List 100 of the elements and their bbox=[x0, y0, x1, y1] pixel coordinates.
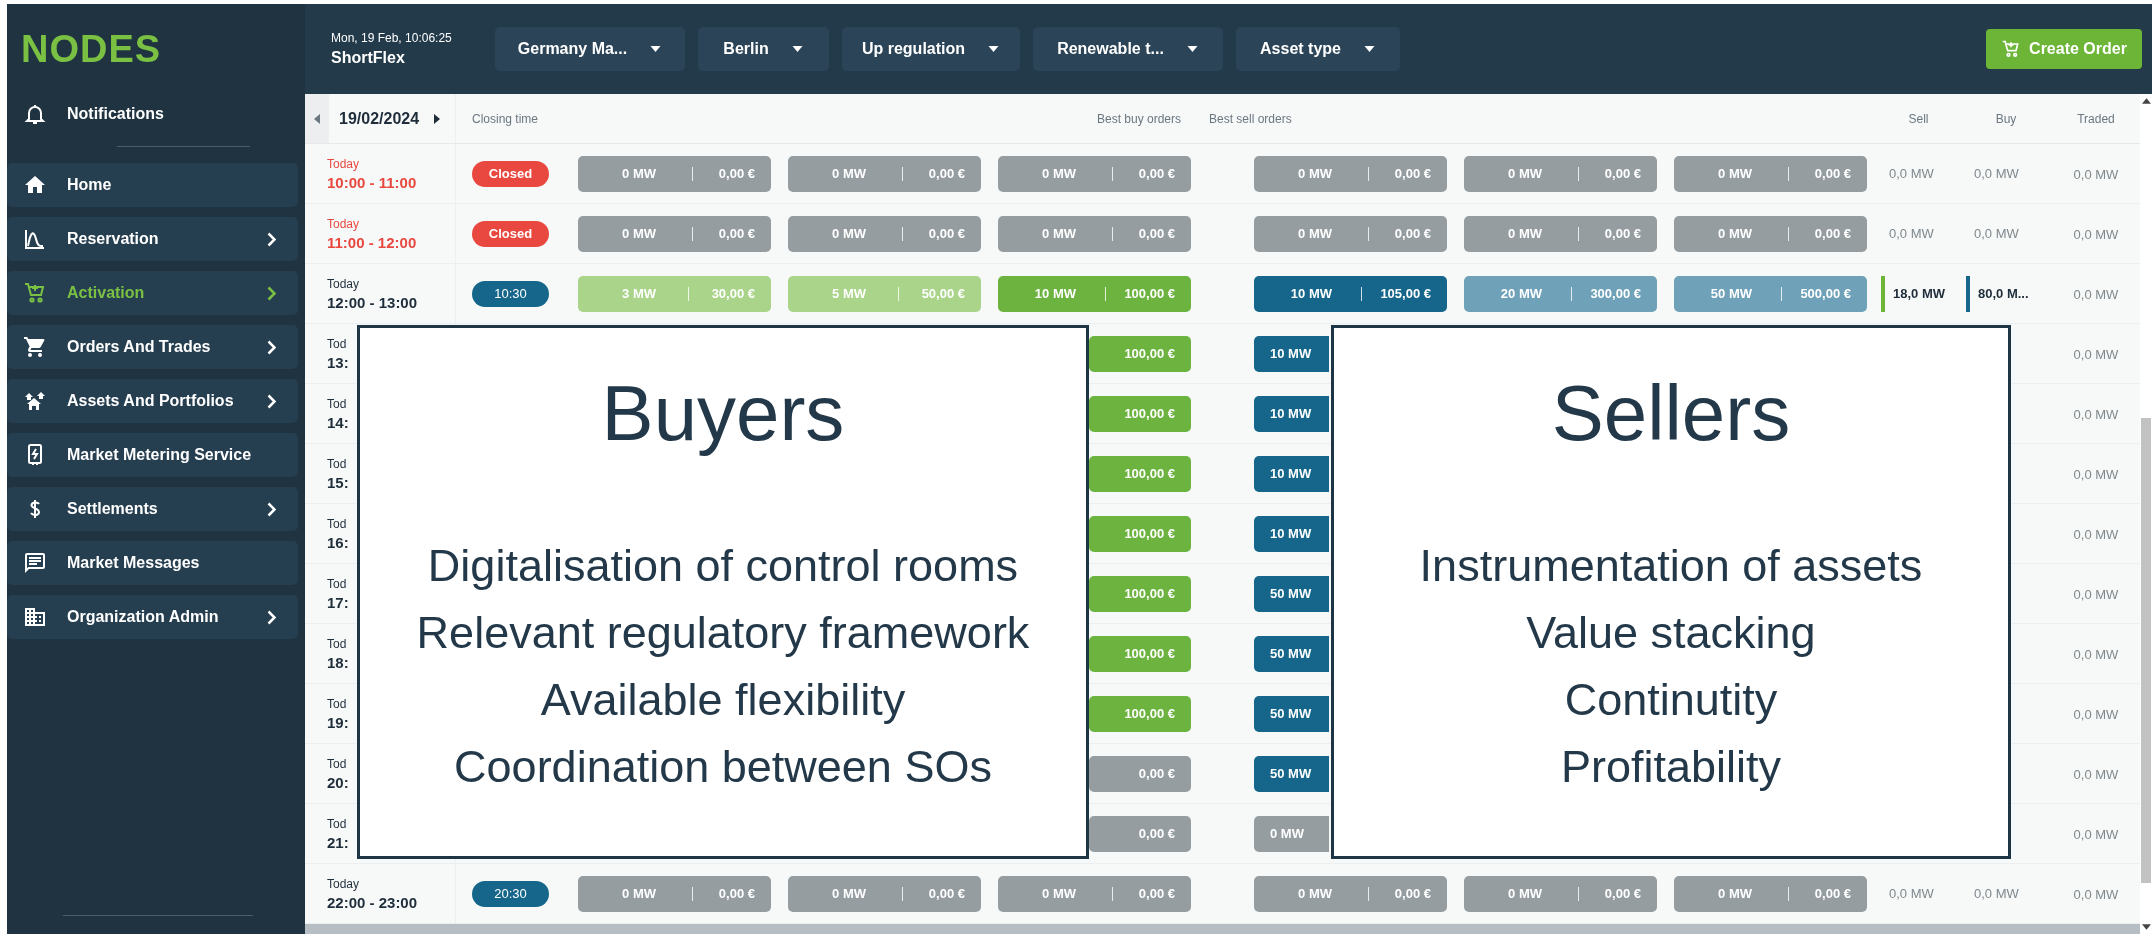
price-value: 100,00 € bbox=[1124, 526, 1175, 541]
mw-value: 20 MW bbox=[1499, 286, 1542, 301]
buy-order-pill[interactable]: 0 MW 0,00 € bbox=[788, 155, 981, 192]
buy-order-pill[interactable]: 100,00 € bbox=[1089, 695, 1191, 732]
sell-order-pill[interactable]: 50 MW bbox=[1254, 575, 1329, 612]
sell-order-pill[interactable]: 10 MW bbox=[1254, 455, 1329, 492]
sell-order-pill[interactable]: 50 MW 500,00 € bbox=[1674, 275, 1867, 312]
price-value: 100,00 € bbox=[1124, 646, 1175, 661]
time-range: 15: bbox=[327, 473, 350, 491]
time-range: 12:00 - 13:00 bbox=[327, 293, 419, 311]
price-value: 0,00 € bbox=[718, 226, 755, 241]
nav-item[interactable]: Home bbox=[7, 163, 298, 207]
scroll-down-icon[interactable] bbox=[2141, 924, 2151, 930]
buy-order-pill[interactable]: 0 MW 0,00 € bbox=[998, 875, 1191, 912]
mw-value: 0 MW bbox=[1717, 166, 1752, 181]
mw-value: 0 MW bbox=[1297, 226, 1332, 241]
price-value: 500,00 € bbox=[1800, 286, 1851, 301]
buy-order-pill[interactable]: 100,00 € bbox=[1089, 635, 1191, 672]
chevron-right-icon bbox=[267, 231, 276, 247]
nav-item[interactable]: Orders And Trades bbox=[7, 325, 298, 369]
sell-order-pill[interactable]: 0 MW 0,00 € bbox=[1254, 875, 1447, 912]
buy-order-pill[interactable]: 0 MW 0,00 € bbox=[578, 155, 771, 192]
buy-order-pill[interactable]: 3 MW 30,00 € bbox=[578, 275, 771, 312]
nav-item[interactable]: Organization Admin bbox=[7, 595, 298, 639]
buy-order-pill[interactable]: 0 MW 0,00 € bbox=[578, 875, 771, 912]
sell-order-pill[interactable]: 0 MW 0,00 € bbox=[1464, 875, 1657, 912]
panel-title: Buyers bbox=[601, 368, 845, 459]
sell-order-pill[interactable]: 10 MW 105,00 € bbox=[1254, 275, 1447, 312]
day-label: Today bbox=[327, 156, 361, 171]
time-range: 14: bbox=[327, 413, 350, 431]
horizontal-scrollbar[interactable] bbox=[305, 924, 2140, 934]
filter-dropdown[interactable]: Berlin bbox=[698, 27, 829, 71]
buy-order-pill[interactable]: 100,00 € bbox=[1089, 395, 1191, 432]
sell-order-pill[interactable]: 0 MW 0,00 € bbox=[1254, 215, 1447, 252]
mw-value: 50 MW bbox=[1709, 286, 1752, 301]
caret-left-icon bbox=[313, 113, 321, 124]
buy-order-pill[interactable]: 100,00 € bbox=[1089, 335, 1191, 372]
sell-order-pill[interactable]: 0 MW 0,00 € bbox=[1464, 155, 1657, 192]
sell-order-pill[interactable]: 10 MW bbox=[1254, 335, 1329, 372]
nav-item[interactable]: Reservation bbox=[7, 217, 298, 261]
chevron-right-icon bbox=[267, 609, 276, 625]
mw-value: 0 MW bbox=[831, 226, 866, 241]
sell-order-pill[interactable]: 20 MW 300,00 € bbox=[1464, 275, 1657, 312]
buy-order-pill[interactable]: 0,00 € bbox=[1089, 755, 1191, 792]
scroll-up-icon[interactable] bbox=[2141, 98, 2151, 104]
previous-day-button[interactable] bbox=[305, 94, 329, 143]
panel-point: Coordination between SOs bbox=[454, 740, 992, 794]
buy-order-pill[interactable]: 100,00 € bbox=[1089, 515, 1191, 552]
nav-item[interactable]: Market Metering Service bbox=[7, 433, 298, 477]
buy-order-pill[interactable]: 0 MW 0,00 € bbox=[998, 215, 1191, 252]
sell-order-pill[interactable]: 0 MW 0,00 € bbox=[1674, 155, 1867, 192]
price-value: 0,00 € bbox=[718, 166, 755, 181]
price-value: 0,00 € bbox=[928, 226, 965, 241]
sell-order-pill[interactable]: 0 MW 0,00 € bbox=[1254, 155, 1447, 192]
sell-order-pill[interactable]: 0 MW bbox=[1254, 815, 1329, 852]
nav-item[interactable]: Assets And Portfolios bbox=[7, 379, 298, 423]
buy-order-pill[interactable]: 0 MW 0,00 € bbox=[788, 215, 981, 252]
nav-item[interactable]: Activation bbox=[7, 271, 298, 315]
create-order-button[interactable]: Create Order bbox=[1986, 29, 2142, 69]
time-range: 18: bbox=[327, 653, 350, 671]
column-header: Closing time bbox=[472, 111, 539, 126]
sell-order-pill[interactable]: 50 MW bbox=[1254, 695, 1329, 732]
buy-order-pill[interactable]: 0,00 € bbox=[1089, 815, 1191, 852]
sell-order-pill[interactable]: 50 MW bbox=[1254, 755, 1329, 792]
day-label: Tod bbox=[327, 756, 348, 771]
filter-dropdown[interactable]: Renewable t... bbox=[1033, 27, 1223, 71]
caret-down-icon bbox=[649, 45, 663, 53]
day-label: Tod bbox=[327, 696, 348, 711]
sell-order-pill[interactable]: 0 MW 0,00 € bbox=[1674, 215, 1867, 252]
cart-icon bbox=[23, 335, 47, 359]
buy-order-pill[interactable]: 100,00 € bbox=[1089, 575, 1191, 612]
chevron-right-icon bbox=[267, 339, 276, 355]
sell-order-pill[interactable]: 10 MW bbox=[1254, 395, 1329, 432]
price-value: 30,00 € bbox=[711, 286, 755, 301]
buy-order-pill[interactable]: 10 MW 100,00 € bbox=[998, 275, 1191, 312]
price-value: 105,00 € bbox=[1380, 286, 1431, 301]
day-label: Tod bbox=[327, 636, 348, 651]
filter-dropdown[interactable]: Up regulation bbox=[842, 27, 1020, 71]
mw-value: 10 MW bbox=[1270, 466, 1312, 481]
filter-dropdown[interactable]: Asset type bbox=[1236, 27, 1400, 71]
price-value: 0,00 € bbox=[1138, 766, 1175, 781]
nav-item[interactable]: Settlements bbox=[7, 487, 298, 531]
filter-dropdown[interactable]: Germany Ma... bbox=[495, 27, 685, 71]
curve-chart-icon bbox=[23, 227, 47, 251]
panel-point: Profitability bbox=[1560, 740, 1782, 794]
nav-item[interactable]: Market Messages bbox=[7, 541, 298, 585]
sell-order-pill[interactable]: 0 MW 0,00 € bbox=[1674, 875, 1867, 912]
sell-order-pill[interactable]: 10 MW bbox=[1254, 515, 1329, 552]
notifications-item[interactable]: Notifications bbox=[7, 94, 305, 134]
traded-value: 0,0 MW bbox=[2073, 706, 2119, 722]
price-value: 100,00 € bbox=[1124, 406, 1175, 421]
day-label: Today bbox=[327, 876, 361, 891]
mw-value: 10 MW bbox=[1270, 406, 1312, 421]
buy-order-pill[interactable]: 5 MW 50,00 € bbox=[788, 275, 981, 312]
sell-order-pill[interactable]: 50 MW bbox=[1254, 635, 1329, 672]
sell-order-pill[interactable]: 0 MW 0,00 € bbox=[1464, 215, 1657, 252]
buy-order-pill[interactable]: 0 MW 0,00 € bbox=[578, 215, 771, 252]
buy-order-pill[interactable]: 100,00 € bbox=[1089, 455, 1191, 492]
buy-order-pill[interactable]: 0 MW 0,00 € bbox=[788, 875, 981, 912]
buy-order-pill[interactable]: 0 MW 0,00 € bbox=[998, 155, 1191, 192]
